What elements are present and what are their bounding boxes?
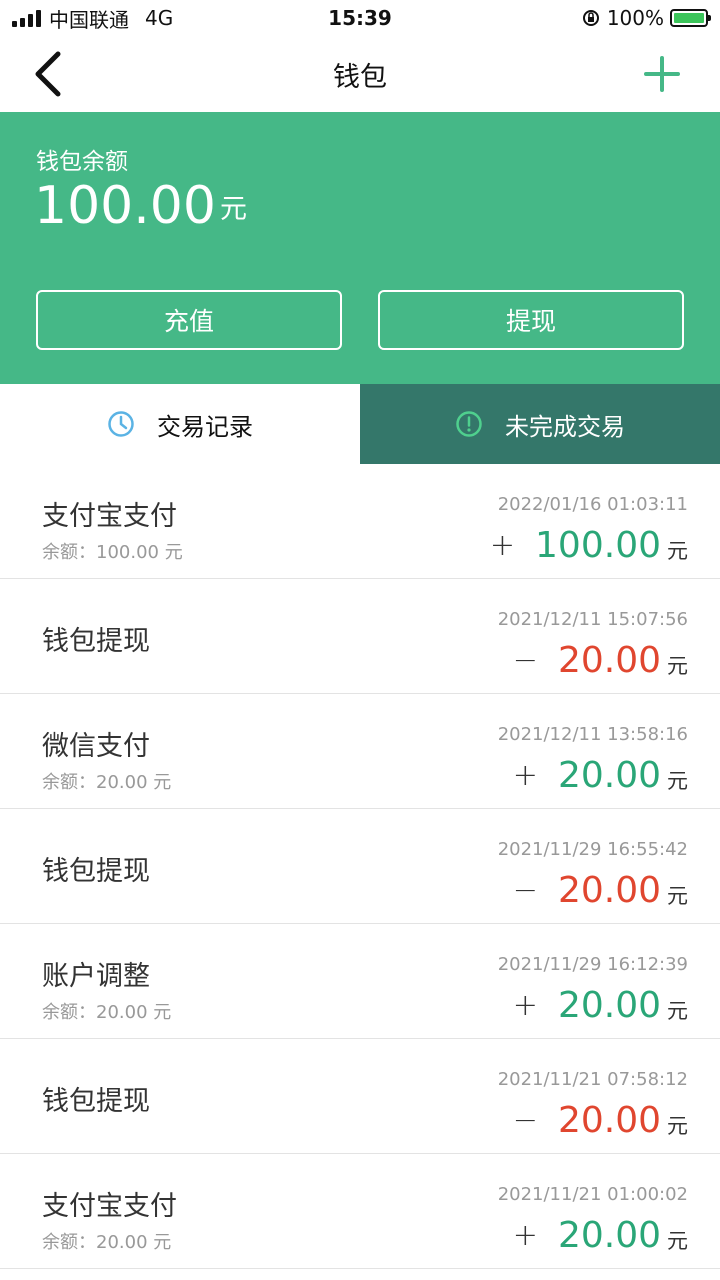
transaction-time: 2022/01/16 01:03:11 — [497, 494, 688, 515]
amount-unit: 元 — [667, 769, 688, 793]
balance-unit: 元 — [219, 194, 247, 225]
tab-transaction-records[interactable]: 交易记录 — [0, 384, 360, 464]
rotation-lock-icon — [582, 10, 599, 26]
transaction-amount-group: − 20.00 元 — [513, 871, 688, 911]
recharge-button[interactable]: 充值 — [36, 290, 342, 350]
transaction-amount: 20.00 — [557, 1215, 661, 1256]
transaction-row[interactable]: 支付宝支付 余额：20.00 元 2021/11/21 01:00:02 + 2… — [0, 1154, 720, 1269]
transaction-time: 2021/12/11 13:58:16 — [497, 724, 688, 745]
transaction-list: 支付宝支付 余额：100.00 元 2022/01/16 01:03:11 + … — [0, 464, 720, 1269]
transaction-row[interactable]: 支付宝支付 余额：100.00 元 2022/01/16 01:03:11 + … — [0, 464, 720, 579]
amount-unit: 元 — [667, 539, 688, 563]
transaction-row[interactable]: 钱包提现 2021/11/29 16:55:42 − 20.00 元 — [0, 809, 720, 924]
transaction-row[interactable]: 钱包提现 2021/11/21 07:58:12 − 20.00 元 — [0, 1039, 720, 1154]
tab-pending-transactions[interactable]: 未完成交易 — [360, 384, 720, 464]
nav-bar: 钱包 — [0, 36, 720, 112]
transaction-amount: 20.00 — [557, 870, 661, 911]
transaction-amount-group: − 20.00 元 — [513, 1101, 688, 1141]
amount-unit: 元 — [667, 884, 688, 908]
transaction-amount-group: − 20.00 元 — [513, 641, 688, 681]
status-right: 100% — [581, 6, 711, 30]
status-left: 中国联通 4G — [12, 4, 173, 33]
transaction-row[interactable]: 微信支付 余额：20.00 元 2021/12/11 13:58:16 + 20… — [0, 694, 720, 809]
amount-unit: 元 — [667, 654, 688, 678]
transaction-amount-group: + 100.00 元 — [490, 526, 688, 566]
status-bar: 中国联通 4G 15:39 100% — [0, 0, 720, 36]
amount-sign: − — [512, 1103, 538, 1138]
transaction-time: 2021/11/21 01:00:02 — [497, 1184, 688, 1205]
transaction-time: 2021/11/29 16:12:39 — [497, 954, 688, 975]
transaction-row[interactable]: 钱包提现 2021/12/11 15:07:56 − 20.00 元 — [0, 579, 720, 694]
back-chevron-icon[interactable] — [30, 50, 70, 98]
transaction-balance: 余额：20.00 元 — [42, 772, 172, 793]
transaction-title: 支付宝支付 — [42, 1191, 177, 1222]
battery-percent: 100% — [606, 6, 664, 30]
amount-unit: 元 — [667, 999, 688, 1023]
balance-amount: 100.00 — [34, 176, 216, 236]
amount-sign: + — [512, 988, 538, 1023]
amount-sign: − — [512, 873, 538, 908]
transaction-title: 钱包提现 — [42, 626, 150, 657]
clock-icon — [108, 411, 134, 437]
transaction-title: 账户调整 — [42, 961, 150, 992]
wallet-panel: 钱包余额 100.00 元 充值 提现 — [0, 112, 720, 384]
signal-icon — [12, 9, 41, 27]
tab-label: 交易记录 — [157, 412, 253, 441]
balance-row: 100.00 元 — [34, 176, 247, 236]
carrier-label: 中国联通 — [49, 7, 129, 32]
battery-icon — [670, 9, 711, 27]
tab-label: 未完成交易 — [505, 412, 625, 441]
amount-sign: + — [512, 758, 538, 793]
tab-bar: 交易记录 未完成交易 — [0, 384, 720, 464]
amount-sign: + — [489, 528, 516, 563]
transaction-amount-group: + 20.00 元 — [513, 1216, 688, 1256]
balance-label: 钱包余额 — [36, 149, 128, 175]
transaction-balance: 余额：20.00 元 — [42, 1232, 172, 1253]
amount-unit: 元 — [667, 1114, 688, 1138]
transaction-title: 钱包提现 — [42, 856, 150, 887]
transaction-amount: 20.00 — [557, 640, 661, 681]
withdraw-button[interactable]: 提现 — [378, 290, 684, 350]
transaction-balance: 余额：20.00 元 — [42, 1002, 172, 1023]
network-label: 4G — [145, 6, 174, 30]
transaction-time: 2021/11/21 07:58:12 — [497, 1069, 688, 1090]
alert-circle-icon — [456, 411, 482, 437]
transaction-title: 钱包提现 — [42, 1086, 150, 1117]
transaction-time: 2021/12/11 15:07:56 — [497, 609, 688, 630]
transaction-amount-group: + 20.00 元 — [513, 756, 688, 796]
transaction-amount: 100.00 — [535, 525, 661, 566]
transaction-amount-group: + 20.00 元 — [513, 986, 688, 1026]
transaction-amount: 20.00 — [557, 1100, 661, 1141]
transaction-title: 支付宝支付 — [42, 501, 177, 532]
transaction-amount: 20.00 — [557, 755, 661, 796]
page-title: 钱包 — [333, 61, 387, 93]
amount-sign: − — [512, 643, 538, 678]
plus-icon[interactable] — [644, 56, 680, 92]
transaction-row[interactable]: 账户调整 余额：20.00 元 2021/11/29 16:12:39 + 20… — [0, 924, 720, 1039]
transaction-title: 微信支付 — [42, 731, 150, 762]
amount-sign: + — [512, 1218, 538, 1253]
transaction-amount: 20.00 — [557, 985, 661, 1026]
transaction-balance: 余额：100.00 元 — [42, 542, 183, 563]
transaction-time: 2021/11/29 16:55:42 — [497, 839, 688, 860]
amount-unit: 元 — [667, 1229, 688, 1253]
